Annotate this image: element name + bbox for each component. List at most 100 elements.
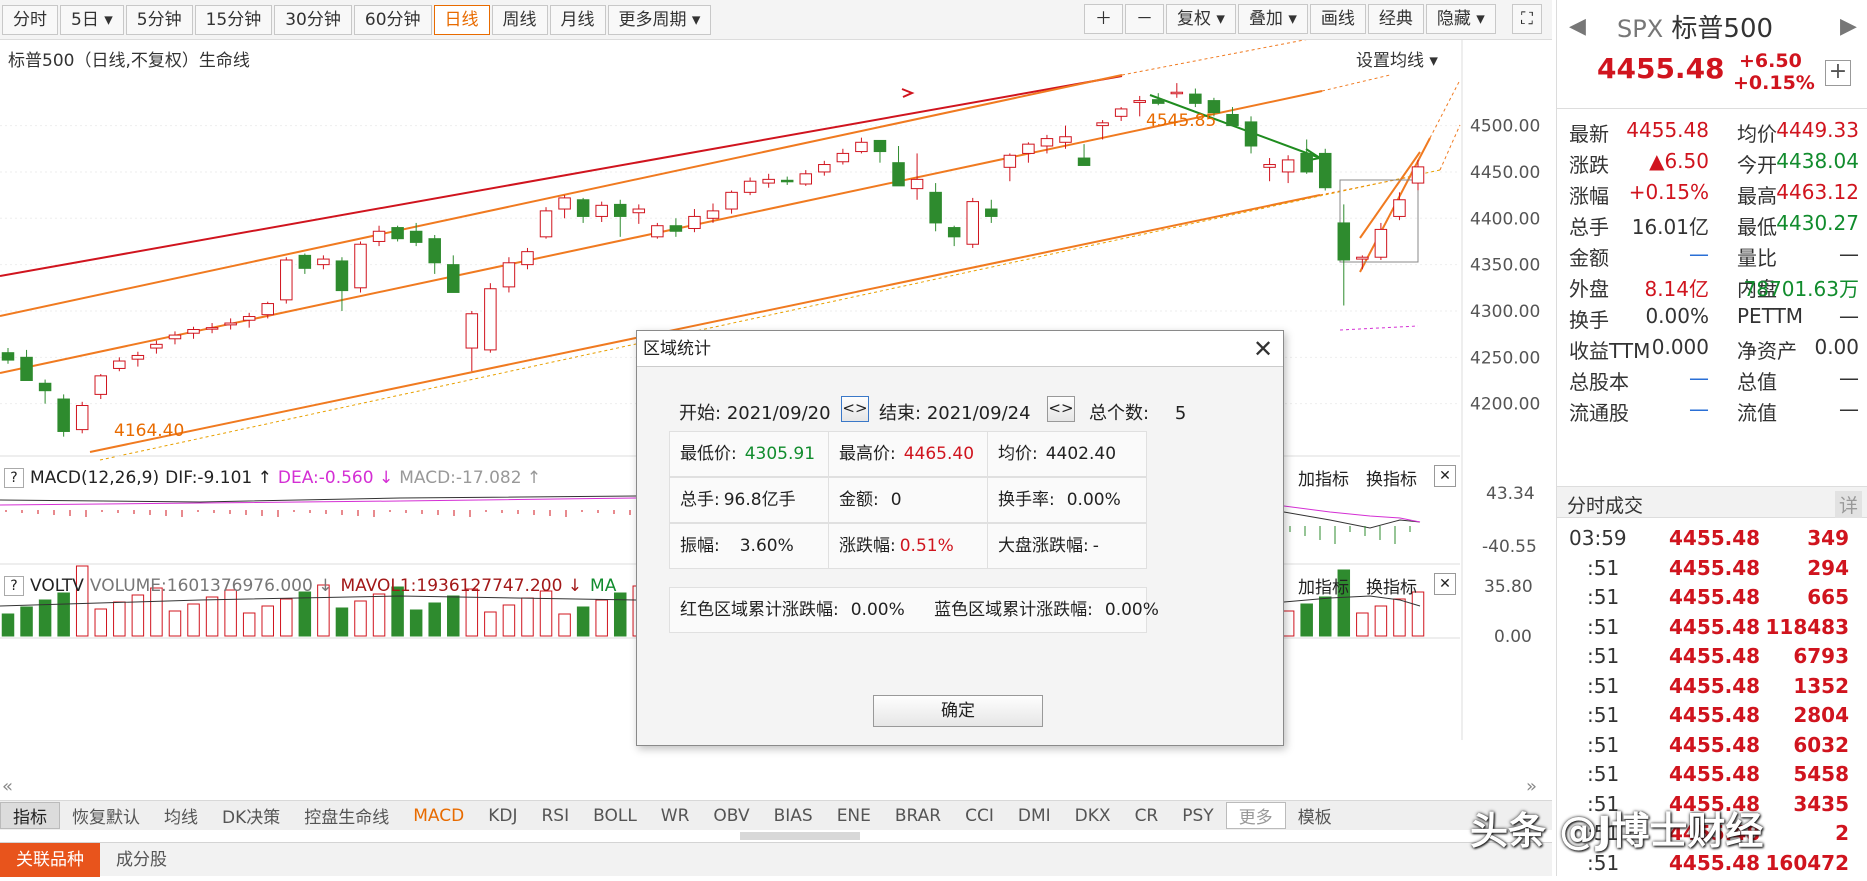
add-indicator-button[interactable]: 加指标: [1298, 465, 1349, 490]
quote-value: 8.14亿: [1644, 277, 1709, 301]
trade-volume: 294: [1807, 555, 1849, 580]
candle-body: [836, 152, 850, 163]
period-button[interactable]: 5分钟: [125, 4, 193, 35]
period-button[interactable]: 15分钟: [194, 4, 273, 35]
dialog-close-icon[interactable]: ✕: [1253, 335, 1273, 363]
switch-indicator-button[interactable]: 换指标: [1366, 573, 1417, 598]
tool-button[interactable]: 隐藏 ▾: [1425, 4, 1496, 34]
period-button[interactable]: 更多周期 ▾: [607, 4, 712, 35]
candle-body: [1374, 228, 1388, 258]
add-watchlist-button[interactable]: +: [1825, 60, 1851, 86]
indicator-tab[interactable]: KDJ: [476, 806, 529, 826]
candle-body: [1356, 256, 1369, 260]
indicator-tab[interactable]: OBV: [701, 806, 761, 826]
candle-body: [94, 375, 108, 395]
indicator-tab[interactable]: WR: [649, 806, 702, 826]
indicator-tab[interactable]: 指标: [0, 802, 60, 829]
indicator-tab[interactable]: 控盘生命线: [292, 803, 401, 828]
indicator-tab[interactable]: CR: [1123, 806, 1171, 826]
period-button[interactable]: 5日 ▾: [60, 4, 124, 35]
candle-body: [558, 197, 571, 210]
end-label: 结束:: [879, 403, 922, 424]
period-button[interactable]: 周线: [491, 4, 548, 35]
fullscreen-icon[interactable]: ⛶: [1512, 4, 1542, 34]
period-button[interactable]: 30分钟: [274, 4, 352, 35]
price-tick: 4400.00: [1470, 209, 1540, 229]
add-indicator-button[interactable]: 加指标: [1298, 573, 1349, 598]
period-button[interactable]: 日线: [433, 4, 490, 35]
volume-bar: [168, 610, 182, 637]
price-tick: 4200.00: [1470, 395, 1540, 415]
bottom-tab[interactable]: 关联品种: [0, 843, 100, 877]
quote-label: 最新: [1569, 122, 1609, 146]
quote-value: —: [1689, 397, 1709, 421]
red-area-value: 0.00%: [850, 600, 905, 620]
candle-body: [1226, 113, 1239, 127]
candle-body: [985, 208, 998, 217]
tool-button[interactable]: 复权 ▾: [1166, 4, 1236, 34]
indicator-tab[interactable]: DKX: [1063, 806, 1123, 826]
scroll-right-icon[interactable]: »: [1526, 776, 1537, 797]
next-symbol-icon[interactable]: ▶: [1840, 14, 1857, 39]
period-button[interactable]: 月线: [549, 4, 606, 35]
tool-button[interactable]: ＋: [1084, 4, 1123, 34]
indicator-tab[interactable]: BOLL: [581, 806, 649, 826]
indicator-tab[interactable]: DK决策: [210, 803, 292, 828]
indicator-tab[interactable]: MACD: [401, 806, 476, 826]
indicator-tab[interactable]: 均线: [152, 803, 210, 828]
period-button[interactable]: 60分钟: [353, 4, 432, 35]
tool-button[interactable]: 经典: [1367, 4, 1424, 34]
trade-row: 03:59 4455.48 349: [1569, 526, 1859, 556]
end-nav-button[interactable]: <>: [1047, 396, 1075, 422]
indicator-tab[interactable]: 模板: [1286, 803, 1344, 828]
candle-body: [168, 334, 182, 340]
count-label: 总个数:: [1089, 403, 1150, 424]
candle-body: [1263, 164, 1276, 168]
trades-detail-button[interactable]: 详: [1835, 491, 1863, 518]
range-stats-dialog: 区域统计 ✕ 开始: 2021/09/20 <> 结束: 2021/09/24 …: [636, 330, 1284, 746]
indicator-tab[interactable]: BIAS: [762, 806, 825, 826]
quote-label: 总手: [1569, 215, 1609, 239]
indicator-tab[interactable]: 恢复默认: [60, 803, 152, 828]
tool-button[interactable]: 画线: [1309, 4, 1366, 34]
quote-value: 4438.04: [1776, 149, 1859, 173]
quote-row: 收益TTM 0.000 净资产 0.00: [1569, 335, 1859, 367]
help-icon[interactable]: ?: [4, 468, 24, 488]
indicator-tab[interactable]: PSY: [1170, 806, 1225, 826]
indicator-tab[interactable]: DMI: [1006, 806, 1063, 826]
indicator-tab[interactable]: BRAR: [883, 806, 953, 826]
candle-body: [447, 264, 460, 293]
trade-time: :51: [1587, 673, 1620, 698]
indicator-tab[interactable]: ENE: [825, 806, 883, 826]
period-button[interactable]: 分时: [2, 4, 58, 35]
price-tick: 4450.00: [1470, 163, 1540, 183]
trade-volume: 2: [1835, 821, 1849, 845]
ok-button[interactable]: 确定: [873, 695, 1043, 727]
tool-button[interactable]: 叠加 ▾: [1237, 4, 1308, 34]
volume-bar: [1393, 598, 1406, 637]
indicator-tab[interactable]: RSI: [529, 806, 581, 826]
close-icon[interactable]: ✕: [1434, 465, 1456, 487]
ma-settings-button[interactable]: 设置均线 ▾: [1356, 46, 1438, 71]
prev-symbol-icon[interactable]: ◀: [1569, 14, 1586, 39]
symbol-header: SPX 标普500: [1617, 8, 1773, 45]
quote-row: 涨跌 ▲6.50 今开 4438.04: [1569, 149, 1859, 181]
market-change-label: 大盘涨跌幅:: [998, 536, 1089, 556]
amount-label: 金额:: [839, 490, 879, 510]
volume-label: 总手:: [680, 490, 720, 510]
bottom-tab[interactable]: 成分股: [100, 843, 183, 877]
quote-label: 均价: [1737, 122, 1777, 146]
channel-line: [0, 74, 1123, 317]
candle-body: [725, 191, 738, 210]
close-icon[interactable]: ✕: [1434, 573, 1456, 595]
candle-body: [38, 382, 52, 392]
low-value: 4305.91: [744, 444, 816, 464]
start-nav-button[interactable]: <>: [841, 396, 869, 422]
indicator-tab[interactable]: CCI: [953, 806, 1006, 826]
scrollbar-thumb[interactable]: [740, 832, 860, 840]
help-icon[interactable]: ?: [4, 576, 24, 596]
switch-indicator-button[interactable]: 换指标: [1366, 465, 1417, 490]
indicator-tab[interactable]: 更多: [1225, 802, 1286, 829]
tool-button[interactable]: －: [1125, 4, 1164, 34]
scroll-left-icon[interactable]: «: [2, 776, 13, 797]
